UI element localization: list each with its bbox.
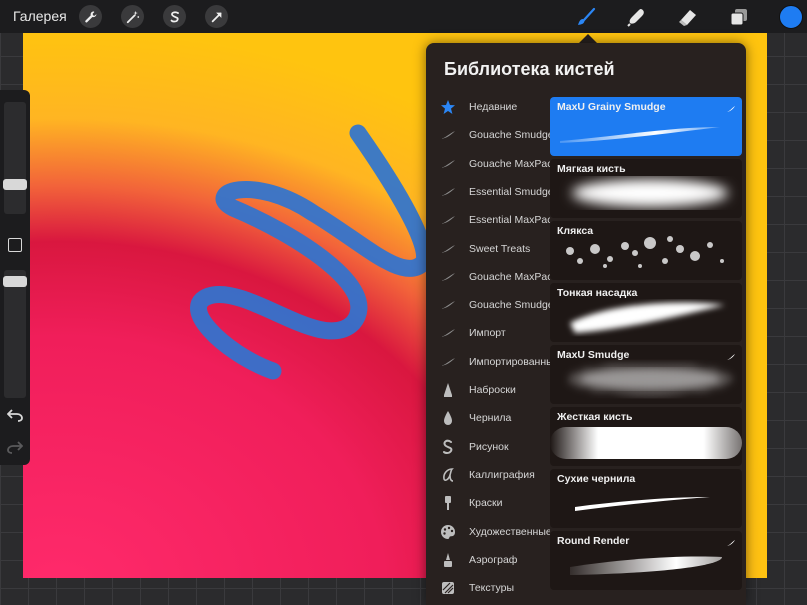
- stroke-icon: [439, 268, 457, 286]
- undo-icon[interactable]: [6, 408, 23, 427]
- opacity-slider[interactable]: [4, 270, 26, 398]
- brush-set-label: Essential MaxPack: [469, 214, 550, 227]
- pencil-tip-icon: [439, 381, 457, 399]
- brush-set-label: Импорт: [469, 327, 506, 340]
- panel-title: Библиотека кистей: [444, 59, 615, 79]
- brush-set-item[interactable]: Sweet Treats: [426, 235, 550, 263]
- brush-set-label: Gouache Smudge: [469, 299, 550, 312]
- brush-set-label: Чернила: [469, 412, 512, 425]
- texture-icon: [439, 579, 457, 597]
- current-color-swatch[interactable]: [779, 5, 803, 29]
- brush-set-item[interactable]: Каллиграфия: [426, 461, 550, 489]
- brush-set-item[interactable]: Essential MaxPack: [426, 206, 550, 234]
- brush-size-slider-thumb[interactable]: [3, 179, 27, 190]
- brush-set-item[interactable]: Gouache MaxPack: [426, 150, 550, 178]
- brush-set-label: Аэрограф: [469, 553, 518, 566]
- stroke-icon: [439, 211, 457, 229]
- stroke-icon: [439, 126, 457, 144]
- calligraphy-icon: [439, 466, 457, 484]
- brush-set-label: Наброски: [469, 384, 516, 396]
- brush-set-item[interactable]: Краски: [426, 489, 550, 517]
- brush-icon[interactable]: [575, 6, 597, 28]
- brush-set-item[interactable]: Gouache Smudge: [426, 121, 550, 149]
- left-sidebar: [0, 90, 30, 465]
- brush-set-label: Художественные: [469, 525, 550, 538]
- smudge-icon[interactable]: [626, 6, 648, 28]
- brush-item[interactable]: Мягкая кисть: [550, 159, 742, 218]
- brush-set-item[interactable]: Gouache Smudge: [426, 291, 550, 319]
- brush-name: Жесткая кисть: [557, 411, 633, 423]
- brush-name: Сухие чернила: [557, 473, 636, 485]
- redo-icon[interactable]: [7, 440, 24, 459]
- brush-name: MaxU Smudge: [557, 349, 630, 361]
- brush-item[interactable]: MaxU Smudge: [550, 345, 742, 404]
- transform-arrow-icon[interactable]: [205, 5, 228, 28]
- magic-wand-icon[interactable]: [121, 5, 144, 28]
- import-mark-icon: [726, 534, 736, 552]
- brush-set-label: Gouache Smudge: [469, 129, 550, 142]
- brush-item[interactable]: Клякса: [550, 221, 742, 280]
- wrench-icon[interactable]: [79, 5, 102, 28]
- brush-set-item[interactable]: Рисунок: [426, 433, 550, 461]
- brush-set-label: Краски: [469, 497, 503, 510]
- brush-name: Клякса: [557, 225, 594, 237]
- brush-set-label: Текстуры: [469, 582, 515, 595]
- brush-name: Round Render: [557, 535, 630, 547]
- paint-brush-icon: [439, 494, 457, 512]
- import-mark-icon: [726, 100, 736, 118]
- star-icon: [439, 98, 457, 116]
- brush-set-item[interactable]: Художественные: [426, 518, 550, 546]
- brush-set-item[interactable]: Наброски: [426, 376, 550, 404]
- brush-item[interactable]: Тонкая насадка: [550, 283, 742, 342]
- import-mark-icon: [726, 348, 736, 366]
- brush-set-item[interactable]: Импортированные: [426, 348, 550, 376]
- selection-icon[interactable]: [163, 5, 186, 28]
- brush-set-label: Рисунок: [469, 440, 509, 453]
- brush-library-panel: Библиотека кистей Недавние Gouache Smudge…: [426, 43, 746, 605]
- gallery-button[interactable]: Галерея: [13, 8, 67, 24]
- stroke-icon: [439, 353, 457, 371]
- brush-set-label: Каллиграфия: [469, 468, 535, 481]
- stroke-icon: [439, 296, 457, 314]
- brush-set-label: Essential Smudge: [469, 185, 550, 198]
- brush-set-label: Импортированные: [469, 355, 550, 368]
- modify-square-button[interactable]: [8, 238, 22, 252]
- brush-set-item[interactable]: Текстуры: [426, 574, 550, 602]
- brush-item[interactable]: Жесткая кисть: [550, 407, 742, 466]
- brush-set-label: Sweet Treats: [469, 242, 531, 255]
- brush-set-item[interactable]: Gouache MaxPack: [426, 263, 550, 291]
- ink-drop-icon: [439, 409, 457, 427]
- stroke-icon: [439, 155, 457, 173]
- brush-name: MaxU Grainy Smudge: [557, 101, 666, 113]
- brush-set-label: Gouache MaxPack: [469, 270, 550, 283]
- stroke-icon: [439, 324, 457, 342]
- brush-item[interactable]: MaxU Grainy Smudge: [550, 97, 742, 156]
- layers-icon[interactable]: [728, 6, 750, 28]
- brush-name: Мягкая кисть: [557, 163, 626, 175]
- brush-set-label: Gouache MaxPack: [469, 157, 550, 170]
- brush-set-item[interactable]: Essential Smudge: [426, 178, 550, 206]
- opacity-slider-thumb[interactable]: [3, 276, 27, 287]
- brush-set-item[interactable]: Импорт: [426, 319, 550, 347]
- brush-set-label: Недавние: [469, 101, 518, 113]
- brush-item[interactable]: Сухие чернила: [550, 469, 742, 528]
- palette-icon: [439, 523, 457, 541]
- stroke-icon: [439, 240, 457, 258]
- brush-set-item[interactable]: Недавние: [426, 93, 550, 121]
- brush-item[interactable]: Round Render: [550, 531, 742, 590]
- stroke-icon: [439, 183, 457, 201]
- brush-name: Тонкая насадка: [557, 287, 638, 299]
- brush-set-item[interactable]: Аэрограф: [426, 546, 550, 574]
- brush-size-slider[interactable]: [4, 102, 26, 214]
- eraser-icon[interactable]: [677, 6, 699, 28]
- brush-set-item[interactable]: Чернила: [426, 404, 550, 432]
- swirl-icon: [439, 438, 457, 456]
- top-toolbar: Галерея: [0, 0, 807, 33]
- airbrush-icon: [439, 551, 457, 569]
